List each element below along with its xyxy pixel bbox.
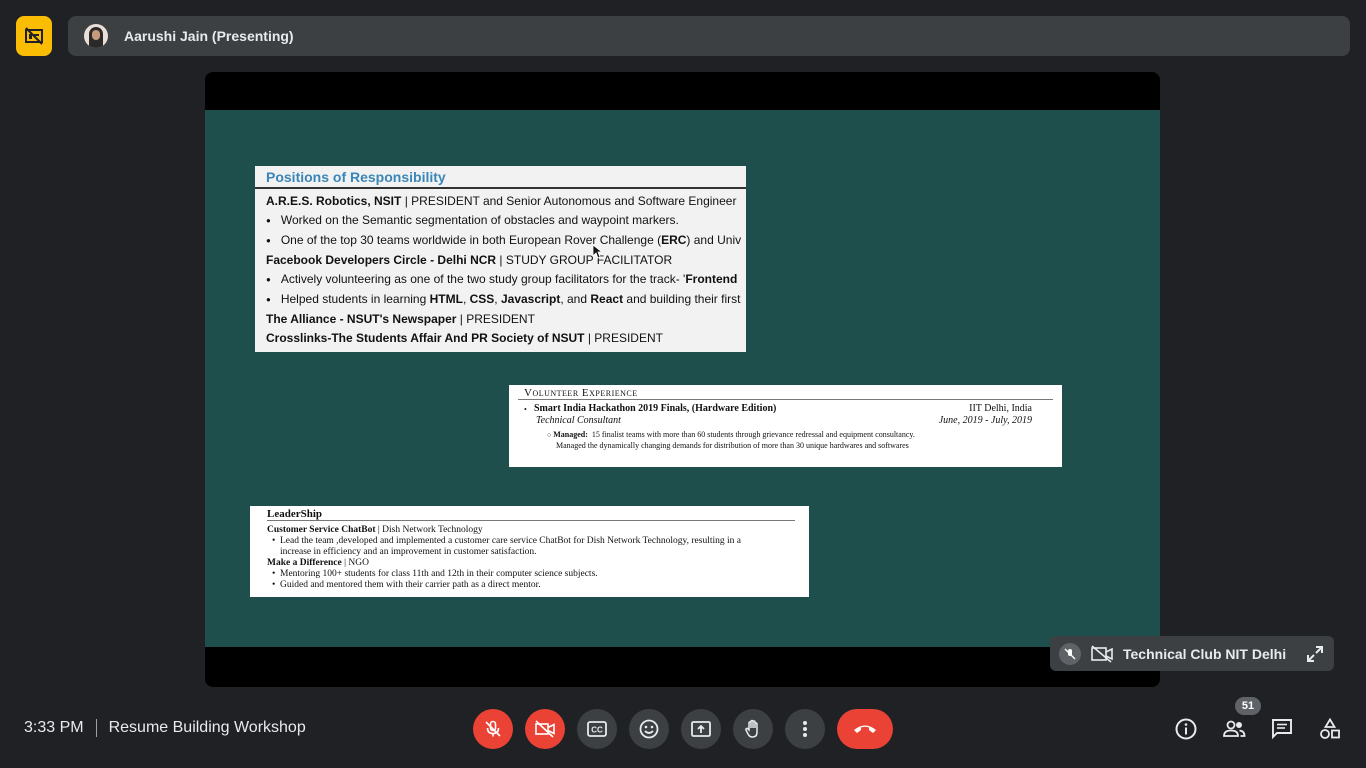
- event-row: • Smart India Hackathon 2019 Finals, (Ha…: [524, 403, 1032, 414]
- mouse-cursor-icon: [593, 245, 603, 259]
- activities-button[interactable]: [1312, 711, 1348, 747]
- bullet-line: Guided and mentored them with their carr…: [250, 580, 809, 591]
- managed-line: Managed the dynamically changing demands…: [556, 440, 909, 450]
- svg-text:CC: CC: [591, 726, 603, 735]
- entry-line: Crosslinks-The Students Affair And PR So…: [266, 331, 663, 345]
- bullet-line: Mentoring 100+ students for class 11th a…: [250, 569, 809, 580]
- bullet-line: Worked on the Semantic segmentation of o…: [255, 211, 746, 231]
- more-options-button[interactable]: [785, 709, 825, 749]
- presenter-bar: Aarushi Jain (Presenting): [68, 16, 1350, 56]
- meeting-title: Resume Building Workshop: [108, 719, 306, 736]
- hand-icon: [745, 719, 758, 738]
- presenter-name: Aarushi Jain (Presenting): [124, 28, 294, 44]
- captions-button[interactable]: CC: [577, 709, 617, 749]
- entry-line: Make a Difference | NGO: [267, 558, 369, 568]
- card-heading: LeaderShip: [267, 506, 795, 521]
- bullet-line: Helped students in learning HTML, CSS, J…: [255, 290, 746, 310]
- entry-line: The Alliance - NSUT's Newspaper | PRESID…: [266, 312, 535, 326]
- raise-hand-button[interactable]: [733, 709, 773, 749]
- meeting-info: 3:33 PM Resume Building Workshop: [24, 718, 306, 738]
- present-icon: [691, 721, 711, 737]
- more-vert-icon: [803, 721, 807, 737]
- bullet-line: Lead the team ,developed and implemented…: [250, 536, 809, 547]
- mic-off-icon: [485, 720, 501, 737]
- bullet-line: Actively volunteering as one of the two …: [255, 270, 746, 290]
- volunteer-experience-card: Volunteer Experience • Smart India Hacka…: [509, 385, 1062, 467]
- self-tile-name: Technical Club NIT Delhi: [1123, 645, 1287, 662]
- presentation-stage: Positions of Responsibility A.R.E.S. Rob…: [205, 72, 1160, 687]
- closed-captions-icon: CC: [587, 721, 607, 737]
- info-icon: [1175, 718, 1197, 740]
- role-row: Technical Consultant June, 2019 - July, …: [536, 415, 1032, 426]
- no-sync-badge[interactable]: [16, 16, 52, 56]
- divider: [95, 719, 97, 737]
- card-heading: Positions of Responsibility: [255, 166, 746, 189]
- expand-icon[interactable]: [1306, 645, 1324, 663]
- clock-time: 3:33 PM: [24, 719, 84, 736]
- chat-icon: [1272, 719, 1292, 740]
- avatar: [84, 24, 108, 48]
- emoji-icon: [639, 719, 659, 739]
- self-view-tile[interactable]: Technical Club NIT Delhi: [1050, 636, 1334, 671]
- people-icon: [1223, 720, 1246, 737]
- entry-line: Customer Service ChatBot | Dish Network …: [267, 525, 483, 535]
- slide: Positions of Responsibility A.R.E.S. Rob…: [205, 110, 1160, 647]
- camera-off-icon: [1091, 644, 1113, 663]
- people-button[interactable]: [1216, 711, 1252, 747]
- leadership-card: LeaderShip Customer Service ChatBot | Di…: [250, 506, 809, 597]
- call-end-icon: [854, 725, 876, 733]
- reactions-button[interactable]: [629, 709, 669, 749]
- chat-button[interactable]: [1264, 711, 1300, 747]
- camera-toggle-button[interactable]: [525, 709, 565, 749]
- bullet-continuation: increase in efficiency and an improvemen…: [280, 547, 537, 557]
- mic-toggle-button[interactable]: [473, 709, 513, 749]
- managed-line: ○ Managed: 15 finalist teams with more t…: [547, 430, 915, 439]
- mic-off-icon: [1059, 642, 1081, 665]
- positions-of-responsibility-card: Positions of Responsibility A.R.E.S. Rob…: [255, 166, 746, 352]
- activities-icon: [1320, 718, 1340, 739]
- meeting-details-button[interactable]: [1168, 711, 1204, 747]
- present-screen-button[interactable]: [681, 709, 721, 749]
- bullet-line: One of the top 30 teams worldwide in bot…: [255, 231, 746, 251]
- no-sync-icon: [25, 27, 43, 45]
- card-heading: Volunteer Experience: [518, 385, 1053, 400]
- entry-line: A.R.E.S. Robotics, NSIT | PRESIDENT and …: [266, 194, 737, 208]
- leave-call-button[interactable]: [837, 709, 893, 749]
- entry-line: Facebook Developers Circle - Delhi NCR |…: [266, 253, 673, 267]
- camera-off-icon: [535, 720, 555, 738]
